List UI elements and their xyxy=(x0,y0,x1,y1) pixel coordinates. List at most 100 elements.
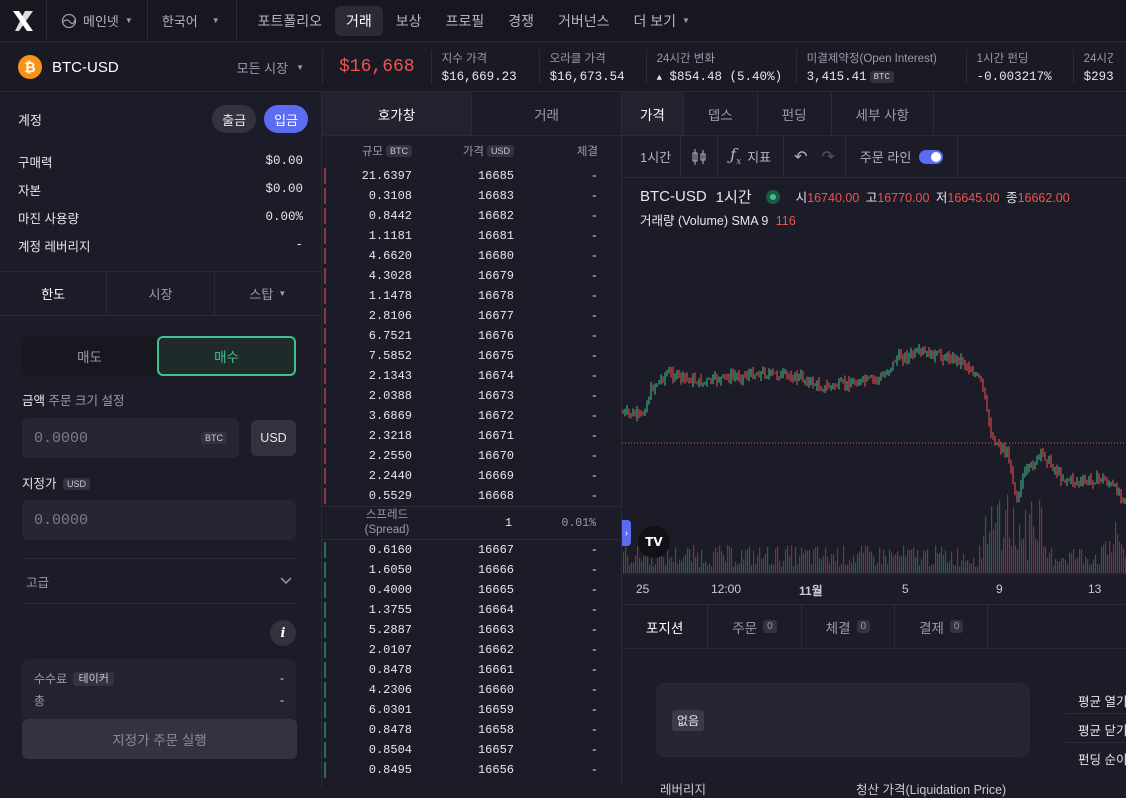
asks-row[interactable]: 2.2440 16669 - xyxy=(322,466,621,486)
bids-size: 2.0107 xyxy=(368,643,412,657)
market-selector[interactable]: ₿ BTC-USD 모든 시장 ▼ xyxy=(0,43,322,92)
bids-row[interactable]: 0.4000 16665 - xyxy=(322,580,621,600)
collapse-orderbook-handle[interactable]: › xyxy=(622,520,631,546)
asks-row[interactable]: 1.1181 16681 - xyxy=(322,226,621,246)
advanced-toggle[interactable]: 고급 xyxy=(22,559,296,603)
nav-portfolio[interactable]: 포트폴리오 xyxy=(247,6,333,36)
price-chart-canvas xyxy=(622,343,1126,575)
nav-trade[interactable]: 거래 xyxy=(335,5,383,36)
language-selector[interactable]: 한국어 ▼ xyxy=(146,0,236,42)
tab-stop[interactable]: 스탑 ▼ xyxy=(215,272,321,315)
asks-price: 16678 xyxy=(477,289,514,303)
asks-row[interactable]: 4.3028 16679 - xyxy=(322,266,621,286)
asks-row[interactable]: 0.8442 16682 - xyxy=(322,206,621,226)
volume-bar xyxy=(885,556,887,573)
tab-fills[interactable]: 체결 0 xyxy=(802,605,896,648)
asks-row[interactable]: 2.1343 16674 - xyxy=(322,366,621,386)
asks-row[interactable]: 4.6620 16680 - xyxy=(322,246,621,266)
limit-price-input[interactable]: 0.0000 xyxy=(22,500,296,540)
asks-fill: - xyxy=(590,389,598,403)
leverage-label: 계정 레버리지 xyxy=(18,239,91,254)
nav-governance[interactable]: 거버넌스 xyxy=(547,6,621,36)
tab-orderbook[interactable]: 호가창 xyxy=(322,92,471,135)
withdraw-button[interactable]: 출금 xyxy=(212,105,257,133)
volume-bar xyxy=(1033,526,1035,573)
bids-size: 0.8478 xyxy=(368,663,412,677)
bids-row[interactable]: 5.2887 16663 - xyxy=(322,620,621,640)
asks-price: 16680 xyxy=(477,249,514,263)
place-limit-order-button[interactable]: 지정가 주문 실행 xyxy=(22,719,297,759)
bids-row[interactable]: 0.8504 16657 - xyxy=(322,740,621,760)
nav-more[interactable]: 더 보기 ▼ xyxy=(623,6,701,36)
bids-row[interactable]: 2.0107 16662 - xyxy=(322,640,621,660)
redo-icon[interactable]: ↷ xyxy=(821,147,834,167)
liquidation-price-label: 청산 가격(Liquidation Price) xyxy=(856,783,1007,797)
volume-bar xyxy=(731,548,733,573)
asks-row[interactable]: 0.5529 16668 - xyxy=(322,486,621,506)
market-status-icon xyxy=(765,189,780,204)
app-logo[interactable] xyxy=(0,0,46,42)
bids-row[interactable]: 0.6160 16667 - xyxy=(322,540,621,560)
asks-row[interactable]: 1.1478 16678 - xyxy=(322,286,621,306)
asks-row[interactable]: 6.7521 16676 - xyxy=(322,326,621,346)
deposit-button[interactable]: 입금 xyxy=(264,105,308,133)
limit-price-placeholder: 0.0000 xyxy=(34,511,89,529)
bids-row[interactable]: 1.3755 16664 - xyxy=(322,600,621,620)
asks-row[interactable]: 2.2550 16670 - xyxy=(322,446,621,466)
usd-toggle-button[interactable]: USD xyxy=(251,420,296,456)
volume-bar xyxy=(717,552,719,573)
tab-market[interactable]: 시장 xyxy=(107,272,215,315)
tab-details[interactable]: 세부 사항 xyxy=(832,92,934,135)
bids-row[interactable]: 0.8478 16661 - xyxy=(322,660,621,680)
tab-settlements[interactable]: 결제 0 xyxy=(895,605,989,648)
order-lines-toggle[interactable]: 주문 라인 xyxy=(846,135,959,178)
buy-button[interactable]: 매수 xyxy=(157,336,296,376)
market-pair: BTC-USD xyxy=(52,58,119,76)
nav-competition[interactable]: 경쟁 xyxy=(497,6,545,36)
volume-bar xyxy=(947,562,949,573)
bids-row[interactable]: 6.0301 16659 - xyxy=(322,700,621,720)
asks-row[interactable]: 3.6869 16672 - xyxy=(322,406,621,426)
tab-depth[interactable]: 뎁스 xyxy=(684,92,758,135)
asks-size: 4.6620 xyxy=(368,249,412,263)
volume-bar xyxy=(1081,549,1083,573)
candle-type-button[interactable] xyxy=(681,135,719,178)
tab-limit[interactable]: 한도 xyxy=(0,272,108,315)
sell-button[interactable]: 매도 xyxy=(22,346,157,366)
asks-row[interactable]: 0.3108 16683 - xyxy=(322,186,621,206)
nav-rewards[interactable]: 보상 xyxy=(385,6,433,36)
network-selector[interactable]: 메인넷 ▼ xyxy=(46,0,147,42)
toggle-switch[interactable] xyxy=(919,149,944,164)
tab-trades[interactable]: 거래 xyxy=(471,92,621,135)
bids-row[interactable]: 0.8478 16658 - xyxy=(322,720,621,740)
tradingview-logo[interactable]: TV xyxy=(638,526,670,558)
low-label: 저 xyxy=(935,191,948,205)
volume-bar xyxy=(715,547,717,573)
asks-row[interactable]: 2.8106 16677 - xyxy=(322,306,621,326)
nav-profile[interactable]: 프로필 xyxy=(435,6,496,36)
tab-orders[interactable]: 주문 0 xyxy=(708,605,802,648)
volume-bar xyxy=(781,566,783,573)
bids-row[interactable]: 0.8495 16656 - xyxy=(322,760,621,780)
bids-row[interactable]: 1.6050 16666 - xyxy=(322,560,621,580)
volume-bar xyxy=(811,564,813,573)
asks-row[interactable]: 2.0388 16673 - xyxy=(322,386,621,406)
price-chart[interactable]: BTC-USD 1시간 시16740.00 고16770.00 저16645.0… xyxy=(622,178,1126,604)
indicators-button[interactable]: ƒx 지표 xyxy=(718,135,785,178)
asks-row[interactable]: 21.6397 16685 - xyxy=(322,166,621,186)
volume-bar xyxy=(945,550,947,573)
asks-row[interactable]: 7.5852 16675 - xyxy=(322,346,621,366)
change-24h-stat: 24시간 변화 ▲ $854.48 (5.40%) xyxy=(645,50,796,84)
asks-row[interactable]: 2.3218 16671 - xyxy=(322,426,621,446)
undo-icon[interactable]: ↶ xyxy=(794,147,807,167)
fee-type-badge: 테이커 xyxy=(73,671,114,686)
info-icon[interactable]: i xyxy=(270,620,296,646)
bids-row[interactable]: 4.2306 16660 - xyxy=(322,680,621,700)
volume-bar xyxy=(917,549,919,573)
asks-size: 21.6397 xyxy=(361,169,412,183)
tab-price[interactable]: 가격 xyxy=(622,92,684,135)
tab-funding[interactable]: 펀딩 xyxy=(758,92,832,135)
interval-selector[interactable]: 1시간 xyxy=(622,135,682,178)
tab-positions[interactable]: 포지션 xyxy=(622,605,709,648)
amount-input[interactable]: 0.0000 BTC xyxy=(22,418,239,458)
